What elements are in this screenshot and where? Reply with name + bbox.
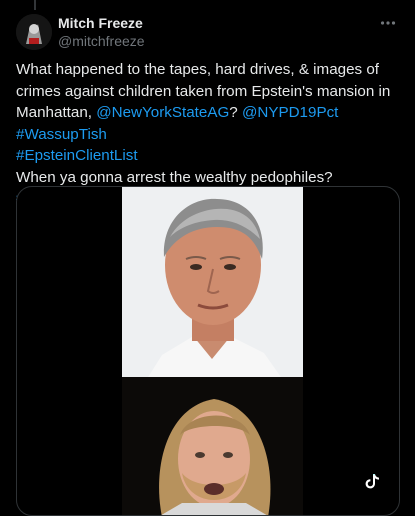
thread-connector-line [34,0,36,10]
tweet-text-segment [338,104,342,121]
avatar[interactable] [16,14,52,50]
mention-link[interactable]: @NYPD19Pct [242,104,338,121]
video-frame-person [122,377,303,515]
hashtag-link[interactable]: #EpsteinClientList [16,147,138,164]
media-attachment[interactable] [16,186,400,516]
more-horizontal-icon[interactable] [377,12,399,34]
author-handle[interactable]: @mitchfreeze [58,33,145,49]
hashtag-link[interactable]: #WassupTish [16,126,107,143]
tweet-text-segment: ? [229,104,242,121]
mention-link[interactable]: @NewYorkStateAG [96,104,229,121]
portrait-photo [122,187,303,390]
tweet-text-segment: When ya gonna arrest the wealthy pedophi… [16,168,333,186]
tweet-header: Mitch Freeze @mitchfreeze [16,12,399,52]
author-name[interactable]: Mitch Freeze [58,15,143,31]
tiktok-icon [363,472,381,490]
